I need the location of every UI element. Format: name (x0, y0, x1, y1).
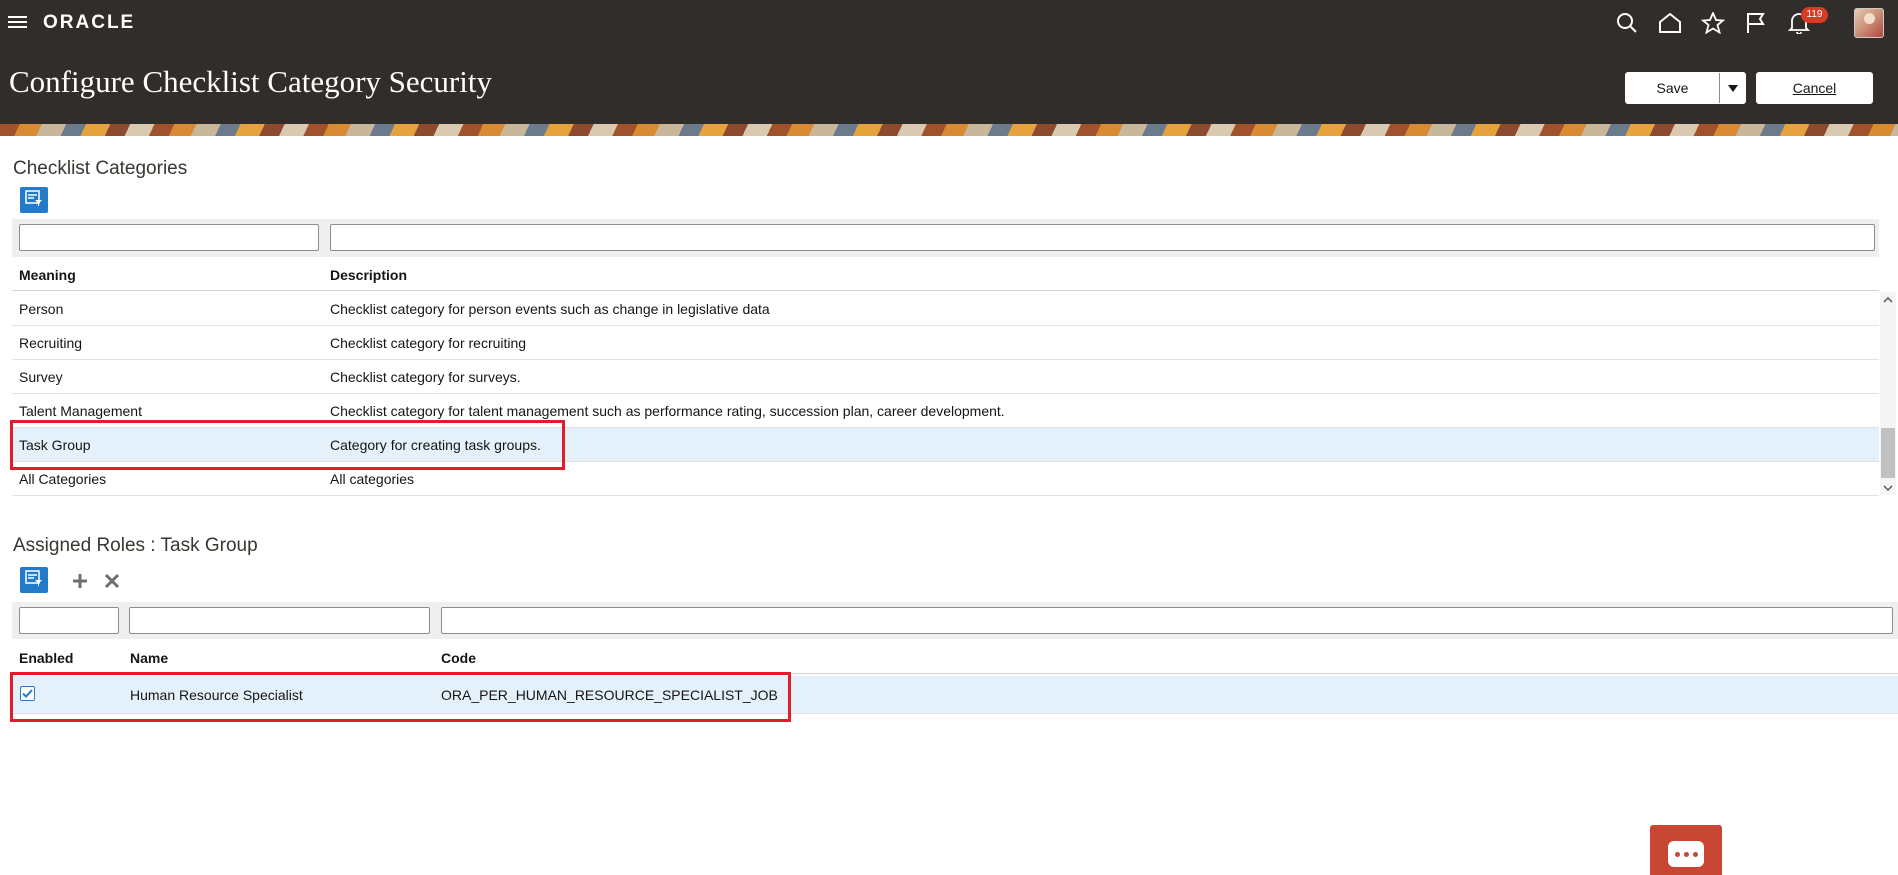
meaning-cell: All Categories (19, 471, 107, 487)
table-row[interactable]: Survey Checklist category for surveys. (12, 360, 1879, 394)
home-icon[interactable] (1655, 8, 1685, 38)
header-divider (12, 673, 1898, 674)
description-cell: Checklist category for recruiting (330, 335, 527, 351)
table-row-selected[interactable]: Human Resource Specialist ORA_PER_HUMAN_… (12, 676, 1898, 714)
categories-filter-row (12, 219, 1879, 257)
table-row[interactable]: Person Checklist category for person eve… (12, 292, 1879, 326)
bell-icon[interactable]: 119 (1784, 7, 1828, 38)
categories-scrollbar[interactable] (1880, 292, 1896, 495)
enabled-column-header[interactable]: Enabled (19, 650, 73, 666)
cancel-button[interactable]: Cancel (1756, 72, 1873, 104)
chevron-down-icon[interactable] (1880, 481, 1896, 495)
delete-icon[interactable] (102, 571, 122, 591)
meaning-filter-input[interactable] (19, 224, 319, 251)
name-filter-input[interactable] (129, 607, 430, 634)
decorative-banner (0, 124, 1898, 136)
search-icon[interactable] (1612, 8, 1642, 38)
table-row[interactable]: All Categories All categories (12, 462, 1879, 496)
code-column-header[interactable]: Code (441, 650, 476, 666)
description-cell: Checklist category for person events suc… (330, 301, 770, 317)
page-title: Configure Checklist Category Security (9, 64, 492, 99)
chevron-down-icon (1727, 81, 1738, 96)
star-icon[interactable] (1698, 8, 1728, 38)
description-filter-input[interactable] (330, 224, 1875, 251)
enabled-filter-input[interactable] (19, 607, 119, 634)
meaning-cell: Talent Management (19, 403, 142, 419)
header-divider (12, 290, 1879, 291)
description-cell: Category for creating task groups. (330, 437, 541, 453)
scrollbar-thumb[interactable] (1881, 428, 1895, 478)
description-cell: Checklist category for talent management… (330, 403, 1005, 419)
checkmark-icon (22, 685, 33, 703)
query-by-example-icon (25, 569, 43, 591)
code-filter-input[interactable] (441, 607, 1893, 634)
query-by-example-button[interactable] (20, 187, 48, 213)
save-button[interactable]: Save (1626, 73, 1720, 103)
global-header: ORACLE 119 Configure Checklist Category … (0, 0, 1898, 124)
save-options-button[interactable] (1720, 73, 1745, 103)
chat-launcher-button[interactable] (1650, 825, 1722, 875)
query-by-example-icon (25, 189, 43, 211)
flag-icon[interactable] (1741, 8, 1771, 38)
role-name-cell: Human Resource Specialist (130, 687, 303, 703)
query-by-example-button[interactable] (20, 567, 48, 593)
description-cell: Checklist category for surveys. (330, 369, 521, 385)
chevron-up-icon[interactable] (1880, 292, 1896, 306)
oracle-logo: ORACLE (43, 12, 136, 33)
menu-icon[interactable] (8, 13, 28, 33)
table-row-selected[interactable]: Task Group Category for creating task gr… (12, 428, 1879, 462)
meaning-cell: Recruiting (19, 335, 83, 351)
roles-filter-row (12, 602, 1898, 639)
chat-icon (1668, 841, 1704, 867)
notification-count-badge: 119 (1801, 7, 1828, 23)
meaning-cell: Survey (19, 369, 63, 385)
table-row[interactable]: Recruiting Checklist category for recrui… (12, 326, 1879, 360)
categories-section-title: Checklist Categories (13, 158, 188, 179)
description-cell: All categories (330, 471, 415, 487)
table-row[interactable]: Talent Management Checklist category for… (12, 394, 1879, 428)
meaning-column-header[interactable]: Meaning (19, 267, 76, 283)
meaning-cell: Person (19, 301, 64, 317)
save-button-group: Save (1625, 72, 1746, 104)
description-column-header[interactable]: Description (330, 267, 407, 283)
add-icon[interactable] (70, 571, 90, 591)
meaning-cell: Task Group (19, 437, 91, 453)
role-code-cell: ORA_PER_HUMAN_RESOURCE_SPECIALIST_JOB (441, 687, 778, 703)
roles-section-title: Assigned Roles : Task Group (13, 535, 258, 556)
avatar[interactable] (1854, 8, 1884, 38)
name-column-header[interactable]: Name (130, 650, 168, 666)
enabled-checkbox[interactable] (20, 686, 35, 701)
